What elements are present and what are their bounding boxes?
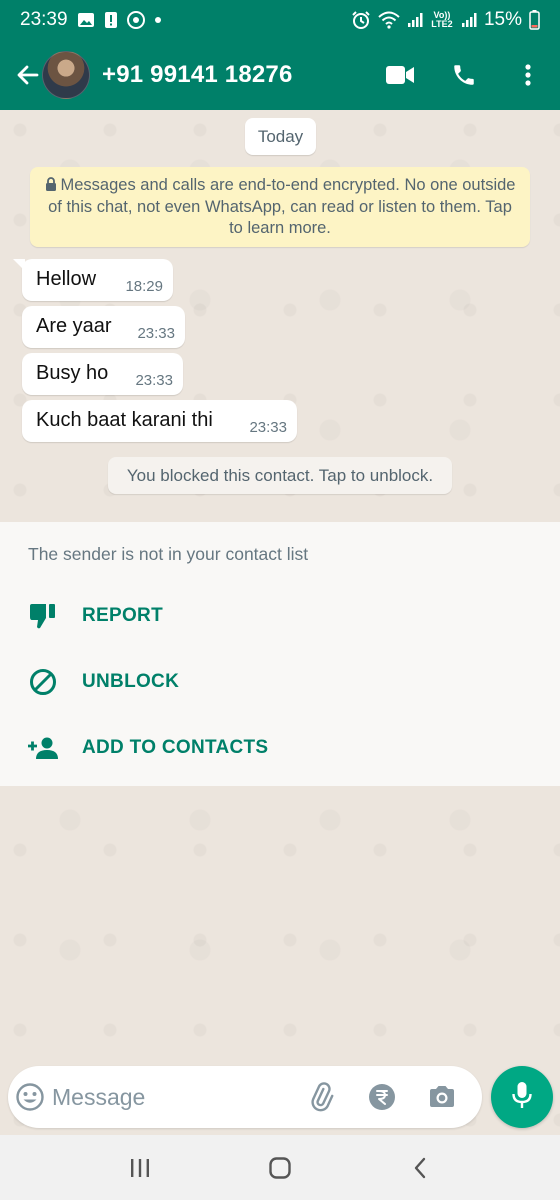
back-icon[interactable] [380,1138,460,1198]
chat-area[interactable]: Today Messages and calls are end-to-end … [0,110,560,1135]
gallery-icon [77,11,95,29]
dot-icon [154,16,162,24]
chrome-icon [126,11,145,29]
camera-icon[interactable] [412,1069,472,1125]
encryption-notice[interactable]: Messages and calls are end-to-end encryp… [30,167,530,247]
recents-icon[interactable] [100,1138,180,1198]
top-bar: 23:39 Vo)) LTE2 15% +91 99141 18276 [0,0,560,110]
message-bubble[interactable]: Busy ho 23:33 [22,353,183,395]
alert-icon [104,11,118,29]
video-call-icon[interactable] [368,47,432,103]
encryption-text: Messages and calls are end-to-end encryp… [48,176,516,237]
message-time: 23:33 [137,325,175,342]
block-icon [26,668,60,696]
add-to-contacts-button[interactable]: ADD TO CONTACTS [0,720,560,776]
app-bar: +91 99141 18276 [0,40,560,110]
message-text: Busy ho [36,362,109,384]
emoji-icon[interactable] [10,1069,50,1125]
status-time: 23:39 [20,9,68,30]
home-icon[interactable] [240,1138,320,1198]
unblock-button[interactable]: UNBLOCK [0,654,560,710]
avatar[interactable] [42,51,90,99]
message-time: 23:33 [249,419,287,436]
unblock-label: UNBLOCK [82,671,180,692]
report-button[interactable]: REPORT [0,588,560,644]
lock-icon [45,176,57,197]
message-text: Kuch baat karani thi [36,409,213,431]
system-nav-bar [0,1135,560,1200]
network-label: Vo)) LTE2 [431,10,453,29]
signal-icon [407,12,423,28]
date-chip: Today [245,118,316,155]
message-time: 23:33 [135,372,173,389]
battery-percent: 15% [483,9,522,30]
battery-icon [529,10,540,30]
contact-name[interactable]: +91 99141 18276 [102,61,293,89]
wifi-icon [378,11,400,29]
report-label: REPORT [82,605,163,626]
alarm-icon [351,10,371,30]
attach-icon[interactable] [292,1069,352,1125]
mic-icon [510,1080,534,1115]
add-to-contacts-label: ADD TO CONTACTS [82,737,269,758]
blocked-notice[interactable]: You blocked this contact. Tap to unblock… [108,457,452,494]
rupee-icon[interactable] [352,1069,412,1125]
composer [8,1066,482,1128]
message-time: 18:29 [125,278,163,295]
message-bubble[interactable]: Hellow 18:29 [13,259,173,301]
message-input[interactable] [52,1083,292,1111]
sender-note: The sender is not in your contact list [28,544,309,564]
unknown-sender-panel: The sender is not in your contact list R… [0,522,560,786]
message-bubble[interactable]: Kuch baat karani thi 23:33 [22,400,297,442]
message-bubble[interactable]: Are yaar 23:33 [22,306,185,348]
message-text: Are yaar [36,315,112,337]
thumbs-down-icon [26,602,60,630]
phone-icon[interactable] [432,47,496,103]
message-text: Hellow [36,268,97,290]
more-icon[interactable] [496,47,560,103]
signal-icon [461,12,477,28]
mic-button[interactable] [491,1066,553,1128]
add-person-icon [26,736,60,760]
status-bar: 23:39 Vo)) LTE2 15% [0,0,560,40]
